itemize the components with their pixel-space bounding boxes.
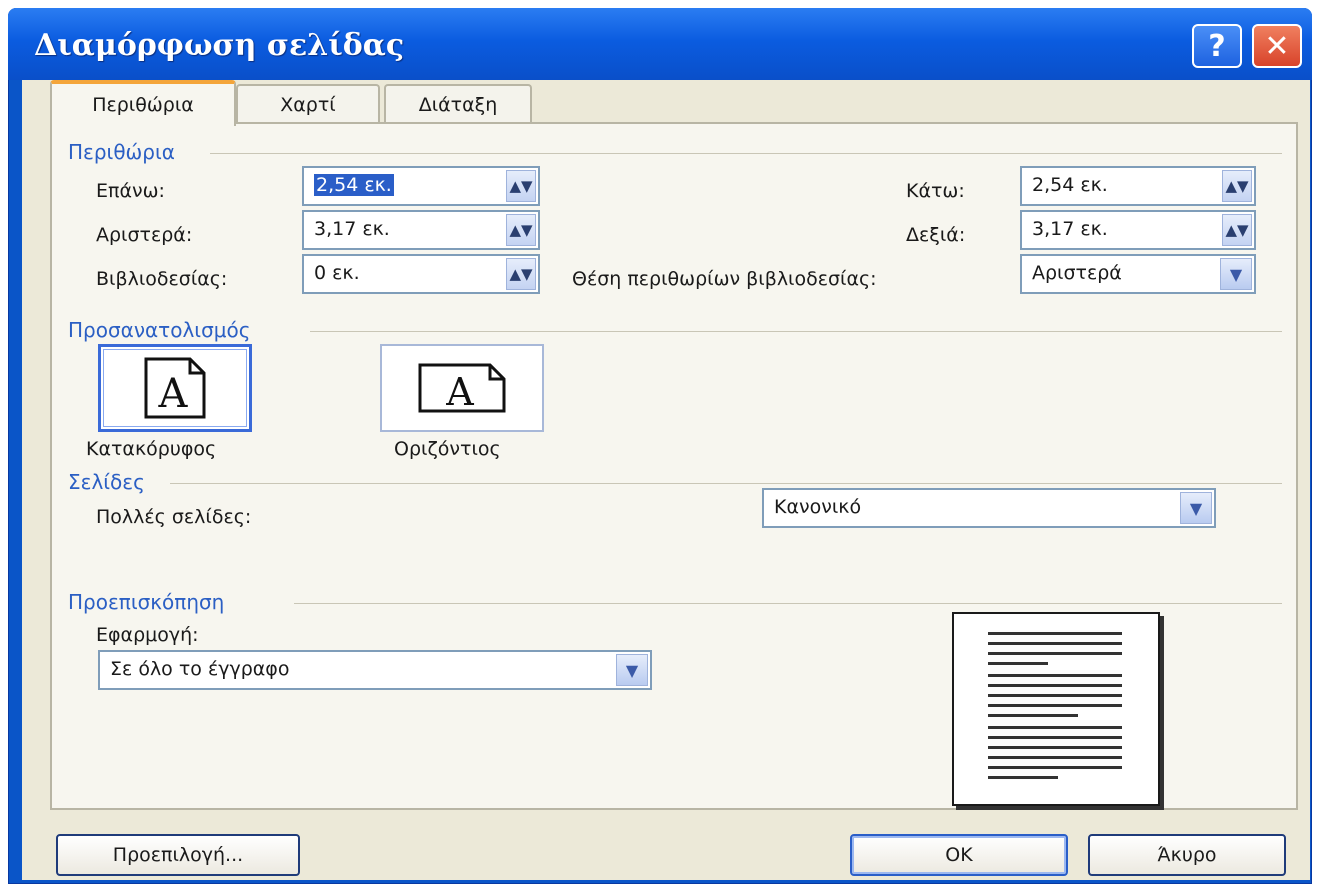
title-bar[interactable]: Διαμόρφωση σελίδας — [8, 8, 1312, 80]
page-preview — [952, 612, 1160, 806]
ok-button[interactable]: OK — [850, 834, 1068, 876]
close-button[interactable]: ✕ — [1252, 24, 1302, 68]
pages-group-label: Σελίδες — [68, 470, 145, 494]
group-divider — [170, 483, 1282, 484]
gutter-input[interactable]: 0 εκ. ▲▼ — [302, 254, 540, 294]
ok-label: OK — [945, 844, 973, 866]
top-margin-label: Επάνω: — [96, 180, 165, 202]
bottom-margin-input[interactable]: 2,54 εκ. ▲▼ — [1020, 166, 1256, 206]
apply-to-value: Σε όλο το έγγραφο — [110, 658, 290, 680]
top-margin-input[interactable]: 2,54 εκ. ▲▼ — [302, 166, 540, 206]
right-margin-input[interactable]: 3,17 εκ. ▲▼ — [1020, 210, 1256, 250]
multiple-pages-label: Πολλές σελίδες: — [96, 506, 252, 528]
left-margin-value: 3,17 εκ. — [314, 218, 390, 240]
gutter-label: Βιβλιοδεσίας: — [96, 268, 228, 290]
gutter-position-label: Θέση περιθωρίων βιβλιοδεσίας: — [572, 268, 877, 290]
tab-label: Διάταξη — [418, 94, 498, 116]
cancel-label: Άκυρο — [1157, 844, 1217, 866]
tab-margins[interactable]: Περιθώρια — [50, 80, 236, 126]
multiple-pages-value: Κανονικό — [774, 496, 862, 518]
bottom-margin-label: Κάτω: — [906, 180, 965, 202]
chevron-down-icon[interactable]: ▼ — [1180, 492, 1212, 524]
spinner-arrows-icon[interactable]: ▲▼ — [506, 214, 536, 246]
group-divider — [310, 331, 1282, 332]
portrait-label: Κατακόρυφος — [86, 438, 217, 460]
tab-layout[interactable]: Διάταξη — [384, 84, 532, 124]
apply-to-label: Εφαρμογή: — [96, 624, 199, 646]
tab-label: Χαρτί — [280, 94, 336, 116]
landscape-icon-letter: A — [445, 370, 474, 414]
landscape-page-icon: A — [418, 363, 506, 414]
bottom-margin-value: 2,54 εκ. — [1032, 174, 1108, 196]
window-title: Διαμόρφωση σελίδας — [34, 28, 405, 63]
gutter-value: 0 εκ. — [314, 262, 360, 284]
help-button[interactable]: ? — [1192, 24, 1242, 68]
orientation-group-label: Προσανατολισμός — [68, 318, 251, 342]
margins-group-label: Περιθώρια — [68, 140, 175, 164]
left-margin-input[interactable]: 3,17 εκ. ▲▼ — [302, 210, 540, 250]
tab-paper[interactable]: Χαρτί — [236, 84, 380, 124]
gutter-position-select[interactable]: Αριστερά ▼ — [1020, 254, 1256, 294]
chevron-down-icon[interactable]: ▼ — [1220, 258, 1252, 290]
close-icon: ✕ — [1264, 28, 1290, 64]
portrait-icon-letter: A — [158, 371, 189, 417]
set-default-label: Προεπιλογή... — [112, 844, 244, 866]
chevron-down-icon[interactable]: ▼ — [616, 654, 648, 686]
gutter-position-value: Αριστερά — [1032, 262, 1122, 284]
group-divider — [294, 603, 1282, 604]
spinner-arrows-icon[interactable]: ▲▼ — [1222, 170, 1252, 202]
right-margin-value: 3,17 εκ. — [1032, 218, 1108, 240]
group-divider — [210, 153, 1282, 154]
right-margin-label: Δεξιά: — [906, 224, 966, 246]
landscape-label: Οριζόντιος — [394, 438, 501, 460]
tab-label: Περιθώρια — [92, 94, 194, 116]
spinner-arrows-icon[interactable]: ▲▼ — [506, 170, 536, 202]
multiple-pages-select[interactable]: Κανονικό ▼ — [762, 488, 1216, 528]
spinner-arrows-icon[interactable]: ▲▼ — [1222, 214, 1252, 246]
landscape-option[interactable]: A — [380, 344, 544, 432]
set-default-button[interactable]: Προεπιλογή... — [56, 834, 300, 876]
portrait-option[interactable]: A — [98, 344, 252, 432]
help-icon: ? — [1208, 28, 1226, 64]
top-margin-value: 2,54 εκ. — [314, 174, 394, 196]
spinner-arrows-icon[interactable]: ▲▼ — [506, 258, 536, 290]
left-margin-label: Αριστερά: — [96, 224, 193, 246]
apply-to-select[interactable]: Σε όλο το έγγραφο ▼ — [98, 650, 652, 690]
preview-group-label: Προεπισκόπηση — [68, 590, 225, 614]
portrait-page-icon: A — [144, 357, 206, 419]
cancel-button[interactable]: Άκυρο — [1088, 834, 1286, 876]
